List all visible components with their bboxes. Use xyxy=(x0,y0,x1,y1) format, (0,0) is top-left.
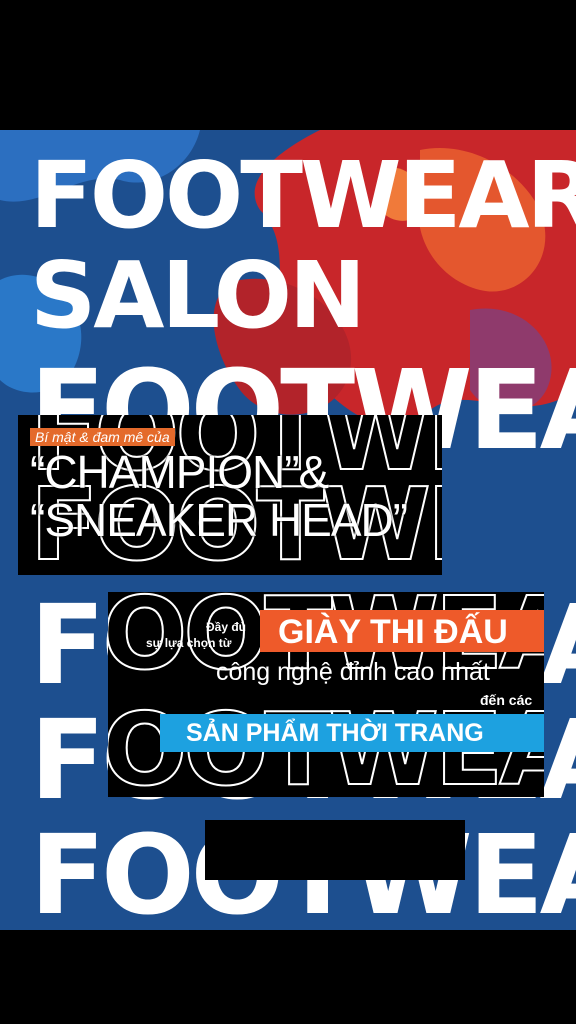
san-pham-text: SẢN PHẨM THỜI TRANG xyxy=(186,719,484,747)
title-line-1: FOOTWEAR xyxy=(30,142,576,249)
product-box: FOOTWEAR FOOTWEAR Đầy đủ sự lựa chọn từ … xyxy=(108,592,544,797)
tag-line: Bí mật & đam mê của xyxy=(30,428,175,446)
champion-line-1: “CHAMPION”& xyxy=(30,446,329,498)
san-pham-bar: SẢN PHẨM THỜI TRANG xyxy=(160,714,544,752)
den-cac-text: đến các xyxy=(480,692,533,708)
giay-thi-dau-bar: GIÀY THI ĐẤU xyxy=(260,610,544,652)
cong-nghe-text: công nghệ đỉnh cao nhất xyxy=(216,658,490,686)
poster: { "title_line1": "FOOTWEAR", "title_line… xyxy=(0,0,576,1024)
intro-line-1: Đầy đủ xyxy=(206,620,247,634)
champion-line-2: “SNEAKER HEAD” xyxy=(30,494,408,546)
giay-thi-dau-text: GIÀY THI ĐẤU xyxy=(278,613,508,651)
bottom-black-box xyxy=(205,820,465,880)
poster-panel: FOOTWEAR FOOTWEAR FOOTWEAR FOOTWEAR FOOT… xyxy=(0,130,576,930)
champion-box: FOOTWEAR FOOTWEAR Bí mật & đam mê của “C… xyxy=(18,415,442,575)
title-line-2: SALON xyxy=(30,242,366,349)
intro-line-2: sự lựa chọn từ xyxy=(146,636,232,650)
